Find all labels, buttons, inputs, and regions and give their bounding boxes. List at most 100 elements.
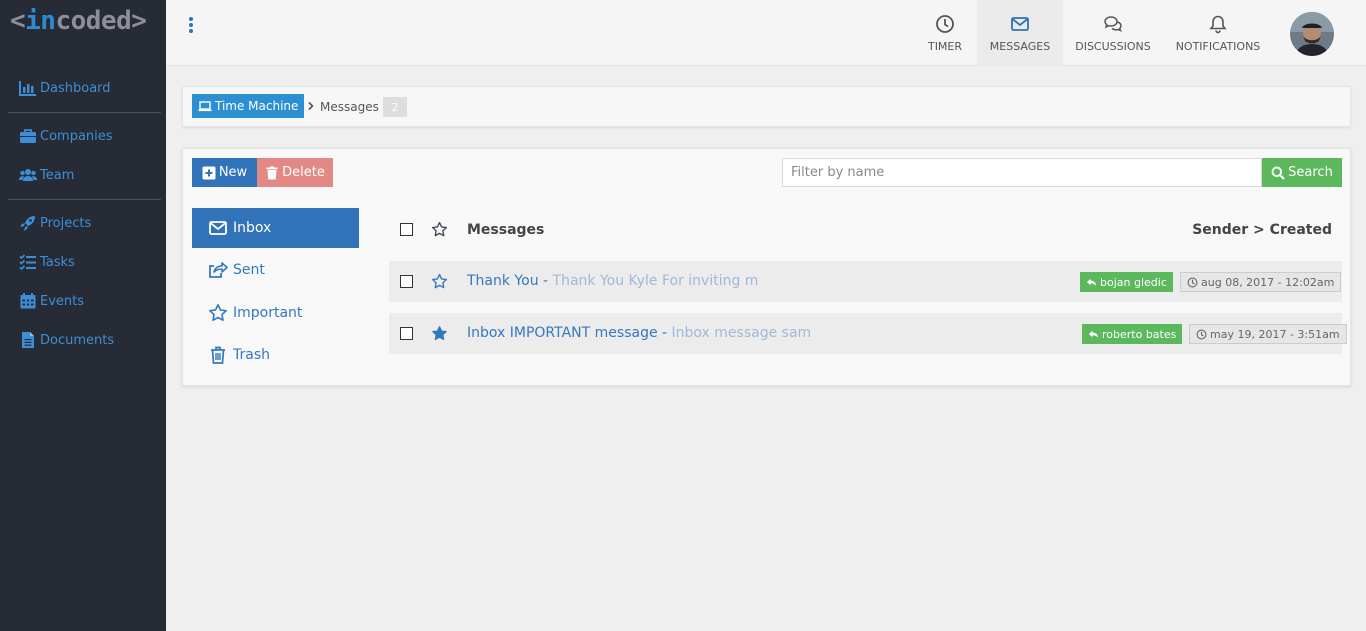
sidebar-item-documents[interactable]: Documents: [19, 330, 114, 350]
sidebar-item-companies[interactable]: Companies: [19, 126, 113, 146]
search-button-label: Search: [1288, 165, 1333, 180]
star-outline-icon[interactable]: [431, 221, 448, 238]
calendar-icon: [20, 293, 36, 309]
reply-icon: [1088, 330, 1099, 338]
folder-label: Important: [233, 305, 303, 321]
sender-badge[interactable]: roberto bates: [1082, 324, 1183, 344]
sidebar-item-label: Events: [40, 293, 85, 309]
tab-label: DISCUSSIONS: [1075, 39, 1151, 53]
users-icon: [19, 169, 37, 181]
clock-icon: [1187, 277, 1198, 287]
sidebar-item-team[interactable]: Team: [19, 165, 74, 185]
message-summary[interactable]: Thank You - Thank You Kyle For inviting …: [467, 273, 758, 289]
chat-bubbles-icon: [1104, 15, 1122, 32]
trash-icon: [211, 346, 225, 364]
created-date-badge: aug 08, 2017 - 12:02am: [1180, 272, 1342, 292]
logo-open-bracket: <: [10, 6, 26, 36]
column-header-messages: Messages: [467, 222, 545, 238]
star-icon: [209, 304, 227, 321]
new-button-label: New: [218, 165, 248, 180]
sidebar-divider: [8, 199, 161, 200]
breadcrumb-root-link[interactable]: Time Machine: [192, 94, 305, 118]
message-subject: Thank You: [467, 273, 539, 289]
sender-name: bojan gledic: [1100, 275, 1167, 289]
trash-icon: [266, 165, 278, 179]
breadcrumb-current: Messages: [320, 100, 379, 114]
tab-label: MESSAGES: [989, 39, 1051, 53]
sidebar-item-label: Dashboard: [40, 80, 111, 96]
created-date: may 19, 2017 - 3:51am: [1210, 327, 1340, 341]
select-all-checkbox[interactable]: [400, 223, 413, 236]
tab-timer[interactable]: TIMER: [915, 0, 975, 66]
reply-icon: [1086, 278, 1097, 286]
breadcrumb-root-label: Time Machine: [215, 99, 299, 113]
folder-label: Inbox: [233, 220, 272, 236]
user-avatar[interactable]: [1290, 12, 1334, 56]
sidebar-item-tasks[interactable]: Tasks: [19, 252, 75, 272]
message-list-header: Messages Sender > Created: [389, 209, 1342, 249]
message-subject: Inbox IMPORTANT message: [467, 325, 658, 341]
message-row[interactable]: Thank You - Thank You Kyle For inviting …: [389, 261, 1342, 302]
created-date: aug 08, 2017 - 12:02am: [1201, 275, 1335, 289]
envelope-icon: [1011, 16, 1029, 31]
column-header-sender-created[interactable]: Sender > Created: [1192, 222, 1332, 238]
tasks-icon: [19, 254, 36, 271]
logo-in: in: [25, 6, 56, 36]
bell-icon: [1209, 15, 1227, 33]
message-checkbox[interactable]: [400, 275, 413, 288]
folder-label: Sent: [233, 262, 265, 278]
sidebar-item-label: Companies: [40, 128, 113, 144]
sender-name: roberto bates: [1102, 327, 1177, 341]
sidebar-item-label: Team: [40, 167, 75, 183]
delete-button-label: Delete: [282, 165, 325, 180]
star-outline-icon[interactable]: [431, 273, 448, 290]
sidebar: <incoded> Dashboard Companies Team Proje…: [0, 0, 166, 631]
created-date-badge: may 19, 2017 - 3:51am: [1189, 324, 1347, 344]
logo-close-bracket: >: [131, 6, 147, 36]
sidebar-item-dashboard[interactable]: Dashboard: [19, 78, 111, 98]
clock-icon: [936, 14, 954, 33]
breadcrumb-count-badge: 2: [383, 97, 407, 117]
document-icon: [22, 332, 34, 348]
message-separator: -: [657, 325, 672, 341]
folder-label: Trash: [233, 347, 270, 363]
sender-badge[interactable]: bojan gledic: [1080, 272, 1173, 292]
folder-important[interactable]: Important: [192, 293, 359, 333]
sidebar-divider: [8, 112, 161, 113]
envelope-icon: [209, 221, 227, 235]
search-button[interactable]: Search: [1262, 158, 1342, 187]
message-preview: Inbox message sam: [671, 325, 812, 341]
topbar: TIMER MESSAGES DISCUSSIONS NOTIFICATIONS: [166, 0, 1366, 66]
tab-label: NOTIFICATIONS: [1175, 39, 1261, 53]
plus-square-icon: [202, 166, 216, 179]
message-summary[interactable]: Inbox IMPORTANT message - Inbox message …: [467, 325, 811, 341]
folder-inbox[interactable]: Inbox: [192, 208, 359, 248]
tab-discussions[interactable]: DISCUSSIONS: [1066, 0, 1160, 66]
new-message-button[interactable]: New: [192, 158, 257, 187]
avatar-image: [1290, 12, 1334, 56]
folder-trash[interactable]: Trash: [192, 335, 359, 375]
rocket-icon: [20, 216, 35, 231]
logo-rest: coded: [55, 6, 132, 36]
app-logo[interactable]: <incoded>: [10, 6, 147, 36]
folder-sent[interactable]: Sent: [192, 250, 359, 290]
tab-messages[interactable]: MESSAGES: [977, 0, 1063, 66]
sidebar-item-label: Projects: [40, 215, 92, 231]
sidebar-item-projects[interactable]: Projects: [19, 213, 91, 233]
sidebar-item-events[interactable]: Events: [19, 291, 84, 311]
messages-panel: New Delete Search Inbox Sent Important T…: [182, 148, 1351, 386]
message-checkbox[interactable]: [400, 327, 413, 340]
share-square-icon: [209, 262, 228, 278]
star-filled-icon[interactable]: [431, 325, 448, 342]
briefcase-icon: [20, 129, 36, 143]
message-preview: Thank You Kyle For inviting m: [552, 273, 759, 289]
message-row[interactable]: Inbox IMPORTANT message - Inbox message …: [389, 313, 1347, 354]
kebab-menu-button[interactable]: [187, 17, 195, 35]
filter-by-name-input[interactable]: [782, 158, 1262, 187]
clock-icon: [1196, 329, 1207, 339]
delete-button[interactable]: Delete: [257, 158, 333, 187]
message-separator: -: [538, 273, 553, 289]
search-icon: [1271, 166, 1285, 180]
tab-notifications[interactable]: NOTIFICATIONS: [1170, 0, 1266, 66]
bar-chart-icon: [19, 81, 36, 96]
